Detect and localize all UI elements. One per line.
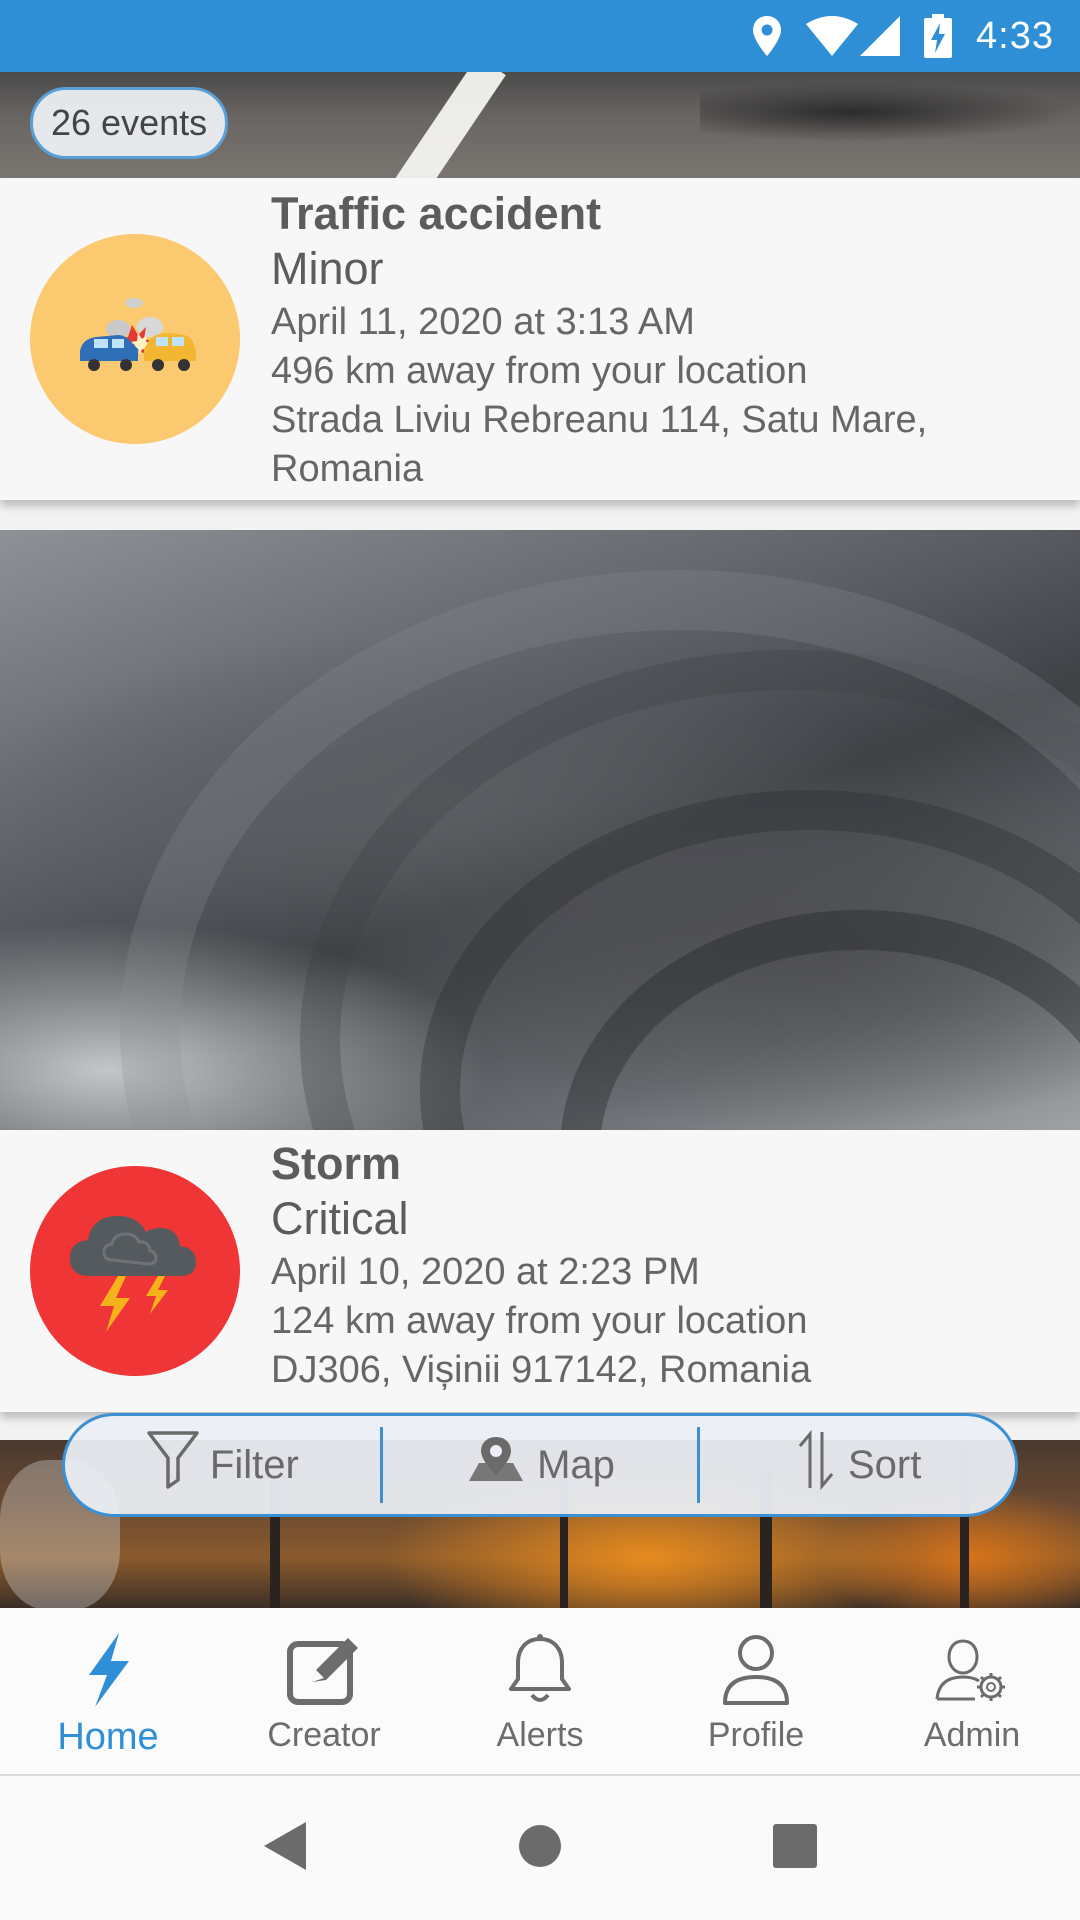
event-datetime: April 10, 2020 at 2:23 PM (271, 1251, 700, 1293)
sort-button[interactable]: Sort (700, 1416, 1015, 1514)
event-card-storm[interactable]: Storm Critical April 10, 2020 at 2:23 PM… (0, 1130, 1080, 1412)
nav-label: Home (57, 1716, 159, 1758)
event-details: Storm Critical April 10, 2020 at 2:23 PM… (271, 1138, 1050, 1395)
back-icon[interactable] (262, 1820, 308, 1877)
lightning-icon (83, 1630, 133, 1710)
system-navigation-bar (0, 1776, 1080, 1920)
recents-square-icon[interactable] (772, 1823, 818, 1874)
nav-label: Admin (923, 1716, 1021, 1754)
map-label: Map (537, 1442, 615, 1487)
storm-photo[interactable] (0, 530, 1080, 1130)
event-distance: 124 km away from your location (271, 1300, 808, 1342)
nav-label: Profile (707, 1716, 805, 1754)
event-title: Storm (271, 1138, 402, 1189)
map-button[interactable]: Map (383, 1416, 698, 1514)
nav-creator[interactable]: Creator (216, 1608, 432, 1774)
nav-profile[interactable]: Profile (648, 1608, 864, 1774)
car-crash-icon (30, 234, 240, 444)
event-severity: Critical (271, 1193, 409, 1244)
status-time: 4:33 (976, 14, 1054, 57)
event-severity: Minor (271, 243, 384, 294)
event-address: DJ306, Vișinii 917142, Romania (271, 1349, 812, 1391)
filter-button[interactable]: Filter (65, 1416, 380, 1514)
accident-photo[interactable]: 26 events (0, 72, 1080, 178)
nav-admin[interactable]: Admin (864, 1608, 1080, 1774)
filter-icon (146, 1430, 200, 1500)
nav-alerts[interactable]: Alerts (432, 1608, 648, 1774)
signal-icon (860, 16, 901, 56)
map-pin-icon (465, 1435, 527, 1495)
wifi-icon (806, 16, 859, 56)
edit-icon (286, 1630, 362, 1710)
nav-label: Creator (267, 1716, 381, 1754)
sort-arrows-icon (794, 1428, 838, 1502)
event-card-traffic[interactable]: Traffic accident Minor April 11, 2020 at… (0, 178, 1080, 500)
storm-cloud-icon (30, 1166, 240, 1376)
admin-gear-icon (935, 1630, 1009, 1710)
filter-label: Filter (209, 1442, 299, 1487)
events-count-badge: 26 events (30, 87, 229, 159)
home-circle-icon[interactable] (518, 1824, 562, 1873)
event-distance: 496 km away from your location (271, 350, 808, 392)
event-datetime: April 11, 2020 at 3:13 AM (271, 301, 695, 343)
location-icon (752, 16, 782, 56)
screen: 4:33 26 events Traffic accident Minor Ap… (0, 0, 1080, 1920)
nav-home[interactable]: Home (0, 1608, 216, 1774)
bottom-navigation: Home Creator Alerts Profile Admin (0, 1608, 1080, 1776)
event-details: Traffic accident Minor April 11, 2020 at… (271, 188, 1050, 494)
nav-label: Alerts (496, 1716, 584, 1754)
status-bar: 4:33 (0, 0, 1080, 72)
event-address: Strada Liviu Rebreanu 114, Satu Mare, Ro… (271, 399, 928, 490)
sort-label: Sort (848, 1442, 922, 1487)
event-title: Traffic accident (271, 188, 602, 239)
filter-map-sort-toolbar: Filter Map Sort (62, 1413, 1018, 1517)
battery-charging-icon (924, 14, 953, 58)
bell-icon (507, 1630, 573, 1710)
user-icon (721, 1630, 791, 1710)
